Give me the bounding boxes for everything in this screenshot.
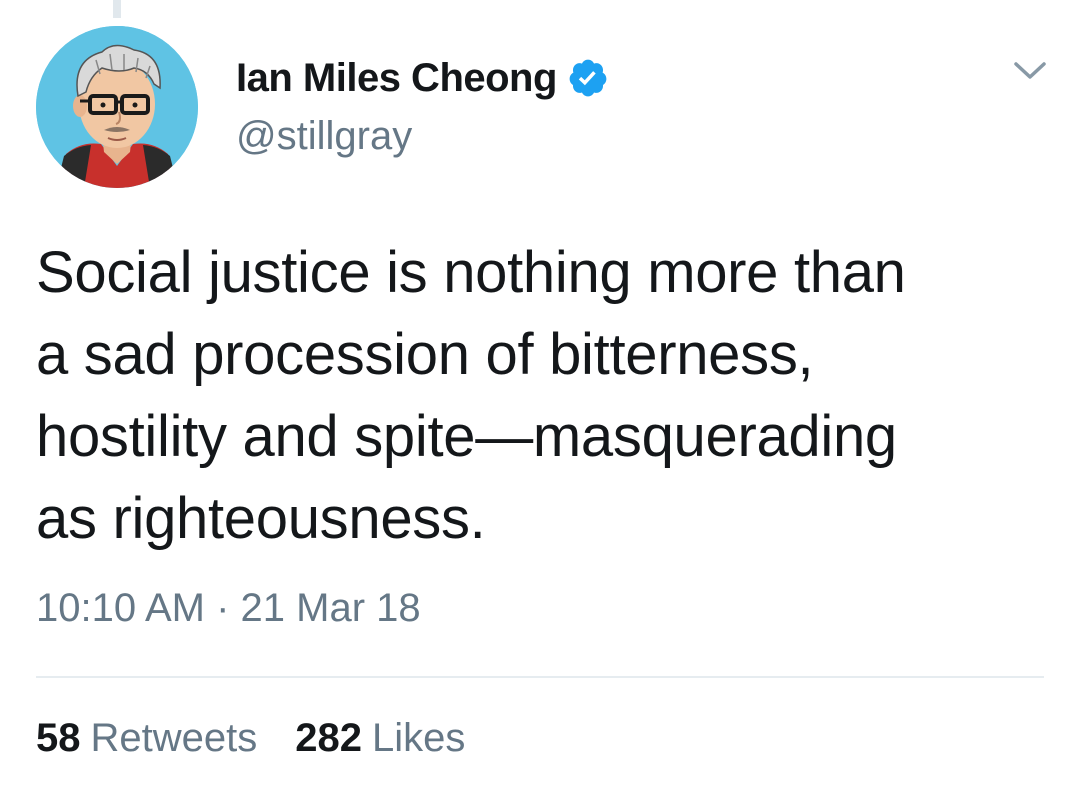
tweet-text-line: a sad procession of bitterness, (36, 322, 814, 387)
thread-connector-line (113, 0, 121, 18)
author-handle[interactable]: @stillgray (236, 114, 412, 159)
retweets-count: 58 (36, 716, 81, 760)
tweet-text-line: as righteousness. (36, 486, 486, 551)
avatar[interactable] (36, 26, 198, 188)
likes-count: 282 (295, 716, 362, 760)
tweet-text-line: Social justice is nothing more than (36, 240, 906, 305)
tweet-stats: 58 Retweets 282 Likes (36, 716, 465, 761)
tweet-text-line: hostility and spite—masquerading (36, 404, 897, 469)
chevron-down-icon[interactable] (1008, 52, 1052, 88)
retweets-stat[interactable]: 58 Retweets (36, 716, 257, 761)
tweet-timestamp[interactable]: 10:10 AM · 21 Mar 18 (36, 586, 421, 631)
cartoon-avatar-icon (36, 26, 198, 188)
verified-badge-icon (569, 59, 607, 97)
retweets-label: Retweets (90, 716, 258, 760)
likes-stat[interactable]: 282 Likes (295, 716, 465, 761)
likes-label: Likes (372, 716, 466, 760)
author-display-name[interactable]: Ian Miles Cheong (236, 56, 557, 101)
author-name-row[interactable]: Ian Miles Cheong (236, 50, 609, 106)
tweet-text: Social justice is nothing more than a sa… (36, 232, 1056, 560)
divider (36, 676, 1044, 678)
